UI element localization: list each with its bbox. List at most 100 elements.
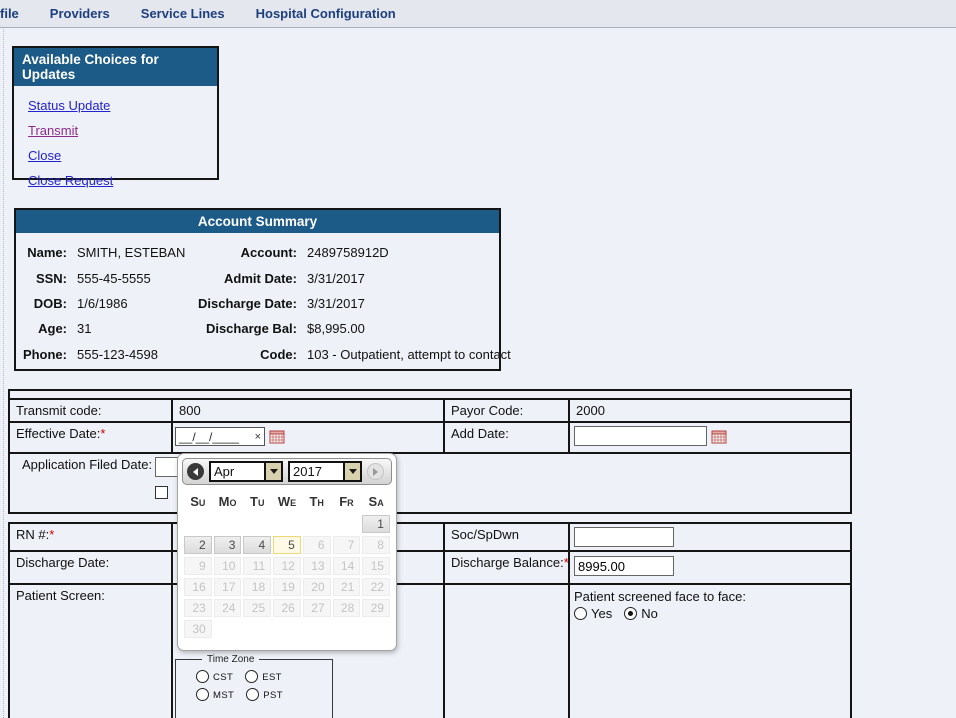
date-mask-text: __/__/____ [179, 430, 255, 444]
add-date-input[interactable] [574, 426, 707, 446]
day-cell: 14 [333, 557, 361, 575]
year-select[interactable]: 2017 [288, 461, 362, 482]
field-value: 31 [67, 321, 187, 336]
link-status-update[interactable]: Status Update [28, 98, 217, 113]
table-top-spacer-row [10, 391, 850, 400]
day-cell[interactable]: 3 [214, 536, 242, 554]
day-header: Sa [362, 494, 390, 509]
day-cell-empty [303, 515, 331, 533]
calendar-icon[interactable] [269, 429, 285, 444]
link-transmit[interactable]: Transmit [28, 123, 217, 138]
account-summary-rows: Name:SMITH, ESTEBANAccount:2489758912DSS… [16, 233, 499, 367]
required-marker: * [49, 527, 54, 542]
day-header: Fr [333, 494, 361, 509]
account-summary-row: Phone:555-123-4598Code:103 - Outpatient,… [16, 342, 499, 367]
next-month-button[interactable] [367, 463, 384, 480]
available-choices-links: Status Update Transmit Close Close Request [14, 86, 217, 188]
empty-cell [445, 585, 570, 718]
field-value: 103 - Outpatient, attempt to contact [297, 347, 511, 362]
field-value: 2489758912D [297, 245, 499, 260]
radio-est[interactable] [245, 670, 258, 683]
payor-code-label: Payor Code: [445, 400, 570, 423]
application-filed-date-label: Application Filed Date: [22, 457, 152, 499]
field-label: SSN: [16, 271, 67, 286]
field-label: Code: [187, 347, 297, 362]
day-header: Th [303, 494, 331, 509]
discharge-balance-input[interactable] [574, 556, 674, 576]
soc-spdwn-label: Soc/SpDwn [445, 524, 570, 552]
add-date-label: Add Date: [445, 423, 570, 454]
day-cell[interactable]: 4 [243, 536, 271, 554]
field-value: 3/31/2017 [297, 296, 499, 311]
link-close[interactable]: Close [28, 148, 217, 163]
day-cell-empty [243, 620, 271, 638]
nav-item-service-lines[interactable]: Service Lines [141, 6, 225, 21]
effective-date-input[interactable]: __/__/____ × [175, 427, 265, 446]
day-cell: 23 [184, 599, 212, 617]
radio-pst[interactable] [246, 688, 259, 701]
transmit-code-value: 800 [173, 400, 445, 423]
yes-label: Yes [591, 606, 612, 621]
soc-spdwn-input[interactable] [574, 527, 674, 547]
day-header: Mo [214, 494, 242, 509]
account-summary-title: Account Summary [16, 210, 499, 233]
face-to-face-no-radio[interactable] [624, 607, 637, 620]
day-cell: 27 [303, 599, 331, 617]
radio-cst[interactable] [196, 670, 209, 683]
year-select-value: 2017 [290, 464, 343, 479]
link-close-request[interactable]: Close Request [28, 173, 217, 188]
discharge-date-label: Discharge Date: [10, 552, 173, 585]
day-cell: 7 [333, 536, 361, 554]
prev-month-button[interactable] [187, 463, 204, 480]
day-cell: 8 [362, 536, 390, 554]
month-select[interactable]: Apr [209, 461, 283, 482]
face-to-face-yes-radio[interactable] [574, 607, 587, 620]
update-form-table-bottom: RN #:* Soc/SpDwn Discharge Date: Dischar… [8, 522, 852, 718]
next-arrow-icon [373, 468, 378, 476]
day-cell: 30 [184, 620, 212, 638]
day-cell: 13 [303, 557, 331, 575]
day-cell[interactable]: 5 [273, 536, 301, 554]
nav-item-providers[interactable]: Providers [50, 6, 110, 21]
day-cell: 15 [362, 557, 390, 575]
day-cell-empty [273, 515, 301, 533]
chevron-down-icon [264, 463, 281, 480]
clear-date-icon[interactable]: × [255, 431, 261, 443]
field-value: 3/31/2017 [297, 271, 499, 286]
day-headers-row: SuMoTuWeThFrSa [178, 494, 396, 509]
day-cell: 17 [214, 578, 242, 596]
calendar-icon[interactable] [711, 429, 727, 444]
day-cell: 16 [184, 578, 212, 596]
field-value: $8,995.00 [297, 321, 499, 336]
field-value: 555-123-4598 [67, 347, 187, 362]
timezone-options: CSTESTMSTPST [176, 670, 332, 701]
datepicker-popup: Apr 2017 SuMoTuWeThFrSa 1234567891011121… [177, 453, 397, 651]
application-filed-checkbox[interactable] [155, 486, 168, 499]
timezone-row: CSTEST [196, 670, 332, 683]
day-cell-empty [333, 515, 361, 533]
discharge-balance-label: Discharge Balance:* [445, 552, 570, 585]
account-summary-row: Age:31Discharge Bal:$8,995.00 [16, 316, 499, 341]
no-label: No [641, 606, 658, 621]
timezone-label-mst: MST [213, 690, 234, 701]
nav-item-file[interactable]: file [0, 6, 19, 21]
day-header: Su [184, 494, 212, 509]
day-cell[interactable]: 2 [184, 536, 212, 554]
nav-item-hospital-configuration[interactable]: Hospital Configuration [256, 6, 396, 21]
day-header: Tu [243, 494, 271, 509]
datepicker-header: Apr 2017 [182, 458, 392, 485]
field-label: Phone: [16, 347, 67, 362]
radio-mst[interactable] [196, 688, 209, 701]
timezone-label-est: EST [262, 672, 282, 683]
day-cell-empty [184, 515, 212, 533]
timezone-fieldset: Time Zone CSTESTMSTPST [175, 654, 333, 718]
month-select-value: Apr [211, 464, 264, 479]
field-label: Name: [16, 245, 67, 260]
day-cell[interactable]: 1 [362, 515, 390, 533]
day-cell: 24 [214, 599, 242, 617]
day-cell-empty [362, 620, 390, 638]
day-cell: 19 [273, 578, 301, 596]
account-summary-panel: Account Summary Name:SMITH, ESTEBANAccou… [14, 208, 501, 371]
chevron-down-icon [343, 463, 360, 480]
day-cell-empty [214, 620, 242, 638]
